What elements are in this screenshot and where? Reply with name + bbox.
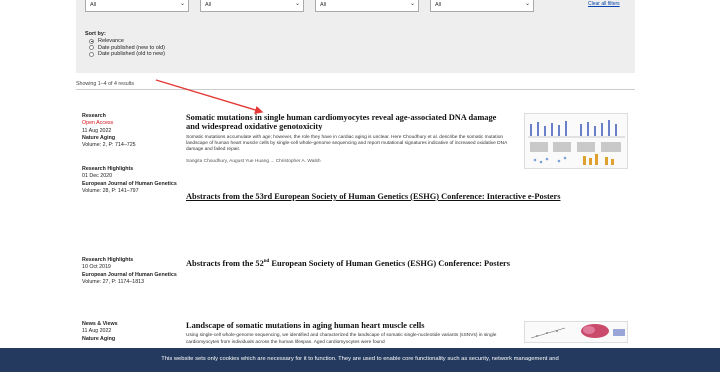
article-main: Abstracts from the 52nd European Society… [186, 257, 626, 268]
article-type: Research Highlights [82, 166, 134, 172]
clear-filters-link[interactable]: Clear all filters [588, 1, 620, 7]
article-date: 01 Dec 2020 [82, 173, 113, 180]
article-type: Research Highlights [82, 257, 134, 263]
chevron-down-icon: ⌄ [179, 1, 185, 7]
open-access-badge: Open Access [82, 120, 114, 127]
article-date: 11 Aug 2022 [82, 127, 112, 134]
cookie-banner: This website sets only cookies which are… [0, 348, 720, 372]
article-main: Abstracts from the 53rd European Society… [186, 192, 626, 201]
article-journal: Nature Aging [82, 335, 116, 342]
chevron-down-icon: ⌄ [524, 1, 530, 7]
article-journal: European Journal of Human Genetics [82, 180, 177, 187]
article-abstract: Using single-cell whole-genome sequencin… [186, 333, 497, 345]
article-volume: Volume: 28, P: 141–797 [82, 187, 139, 194]
chevron-down-icon: ⌄ [409, 1, 415, 7]
article-main: Landscape of somatic mutations in aging … [186, 321, 511, 346]
title-part: European Society of Human Genetics (ESHG… [269, 258, 511, 268]
sort-option-old-to-new[interactable]: Date published (old to new) [89, 51, 165, 58]
filter-panel: All ⌄ All ⌄ All ⌄ All ⌄ Clear all filters So… [76, 0, 635, 73]
figure-thumbnail-image [525, 114, 627, 168]
article-abstract: Somatic mutations accumulate with age; h… [186, 134, 508, 153]
article-volume: Volume: 27, P: 1174–1813 [82, 278, 145, 285]
filter-select-2[interactable]: All ⌄ [200, 0, 304, 12]
article-meta: Research Highlights 01 Dec 2020 European… [82, 166, 177, 195]
article-title-link[interactable]: Abstracts from the 53rd European Society… [186, 192, 626, 201]
title-part: Abstracts from the 52 [186, 258, 264, 268]
figure-thumbnail-image [525, 322, 627, 342]
article-authors: Sangita Choudhury, August Yue Huang ... … [186, 158, 321, 164]
article-meta: Research Highlights 10 Oct 2019 European… [82, 257, 177, 286]
sort-by-title: Sort by: [85, 31, 106, 37]
cookie-banner-text: This website sets only cookies which are… [161, 356, 559, 362]
article-title-link[interactable]: Abstracts from the 52nd European Society… [186, 257, 626, 268]
filter-select-value: All [435, 2, 442, 8]
article-thumbnail[interactable] [524, 113, 628, 169]
article-type: Research [82, 113, 106, 119]
sort-by-group: Sort by: Relevance Date published (new t… [85, 31, 165, 58]
filter-selects: All ⌄ All ⌄ All ⌄ All ⌄ [85, 0, 534, 12]
radio-icon[interactable] [89, 45, 94, 51]
article-meta: News & Views 11 Aug 2022 Nature Aging [82, 321, 177, 343]
radio-icon[interactable] [89, 51, 94, 57]
article-type: News & Views [82, 321, 118, 327]
filter-select-3[interactable]: All ⌄ [315, 0, 419, 12]
filter-select-value: All [320, 2, 327, 8]
filter-select-value: All [205, 2, 212, 8]
filter-select-1[interactable]: All ⌄ [85, 0, 189, 12]
article-title-link[interactable]: Landscape of somatic mutations in aging … [186, 321, 511, 330]
filter-select-value: All [90, 2, 97, 8]
article-date: 11 Aug 2022 [82, 328, 112, 335]
chevron-down-icon: ⌄ [294, 1, 300, 7]
article-title-link[interactable]: Somatic mutations in single human cardio… [186, 113, 511, 132]
article-volume: Volume: 2, P: 714–725 [82, 142, 136, 149]
article-journal: Nature Aging [82, 134, 116, 141]
divider [76, 89, 635, 90]
filter-select-4[interactable]: All ⌄ [430, 0, 534, 12]
results-count: Showing 1–4 of 4 results [76, 81, 135, 87]
sort-option-label: Date published (old to new) [98, 51, 165, 57]
article-date: 10 Oct 2019 [82, 264, 111, 271]
article-thumbnail[interactable] [524, 321, 628, 343]
radio-selected-icon[interactable] [89, 38, 94, 44]
article-journal: European Journal of Human Genetics [82, 271, 177, 278]
article-meta: Research Open Access 11 Aug 2022 Nature … [82, 113, 177, 149]
article-main: Somatic mutations in single human cardio… [186, 113, 511, 164]
